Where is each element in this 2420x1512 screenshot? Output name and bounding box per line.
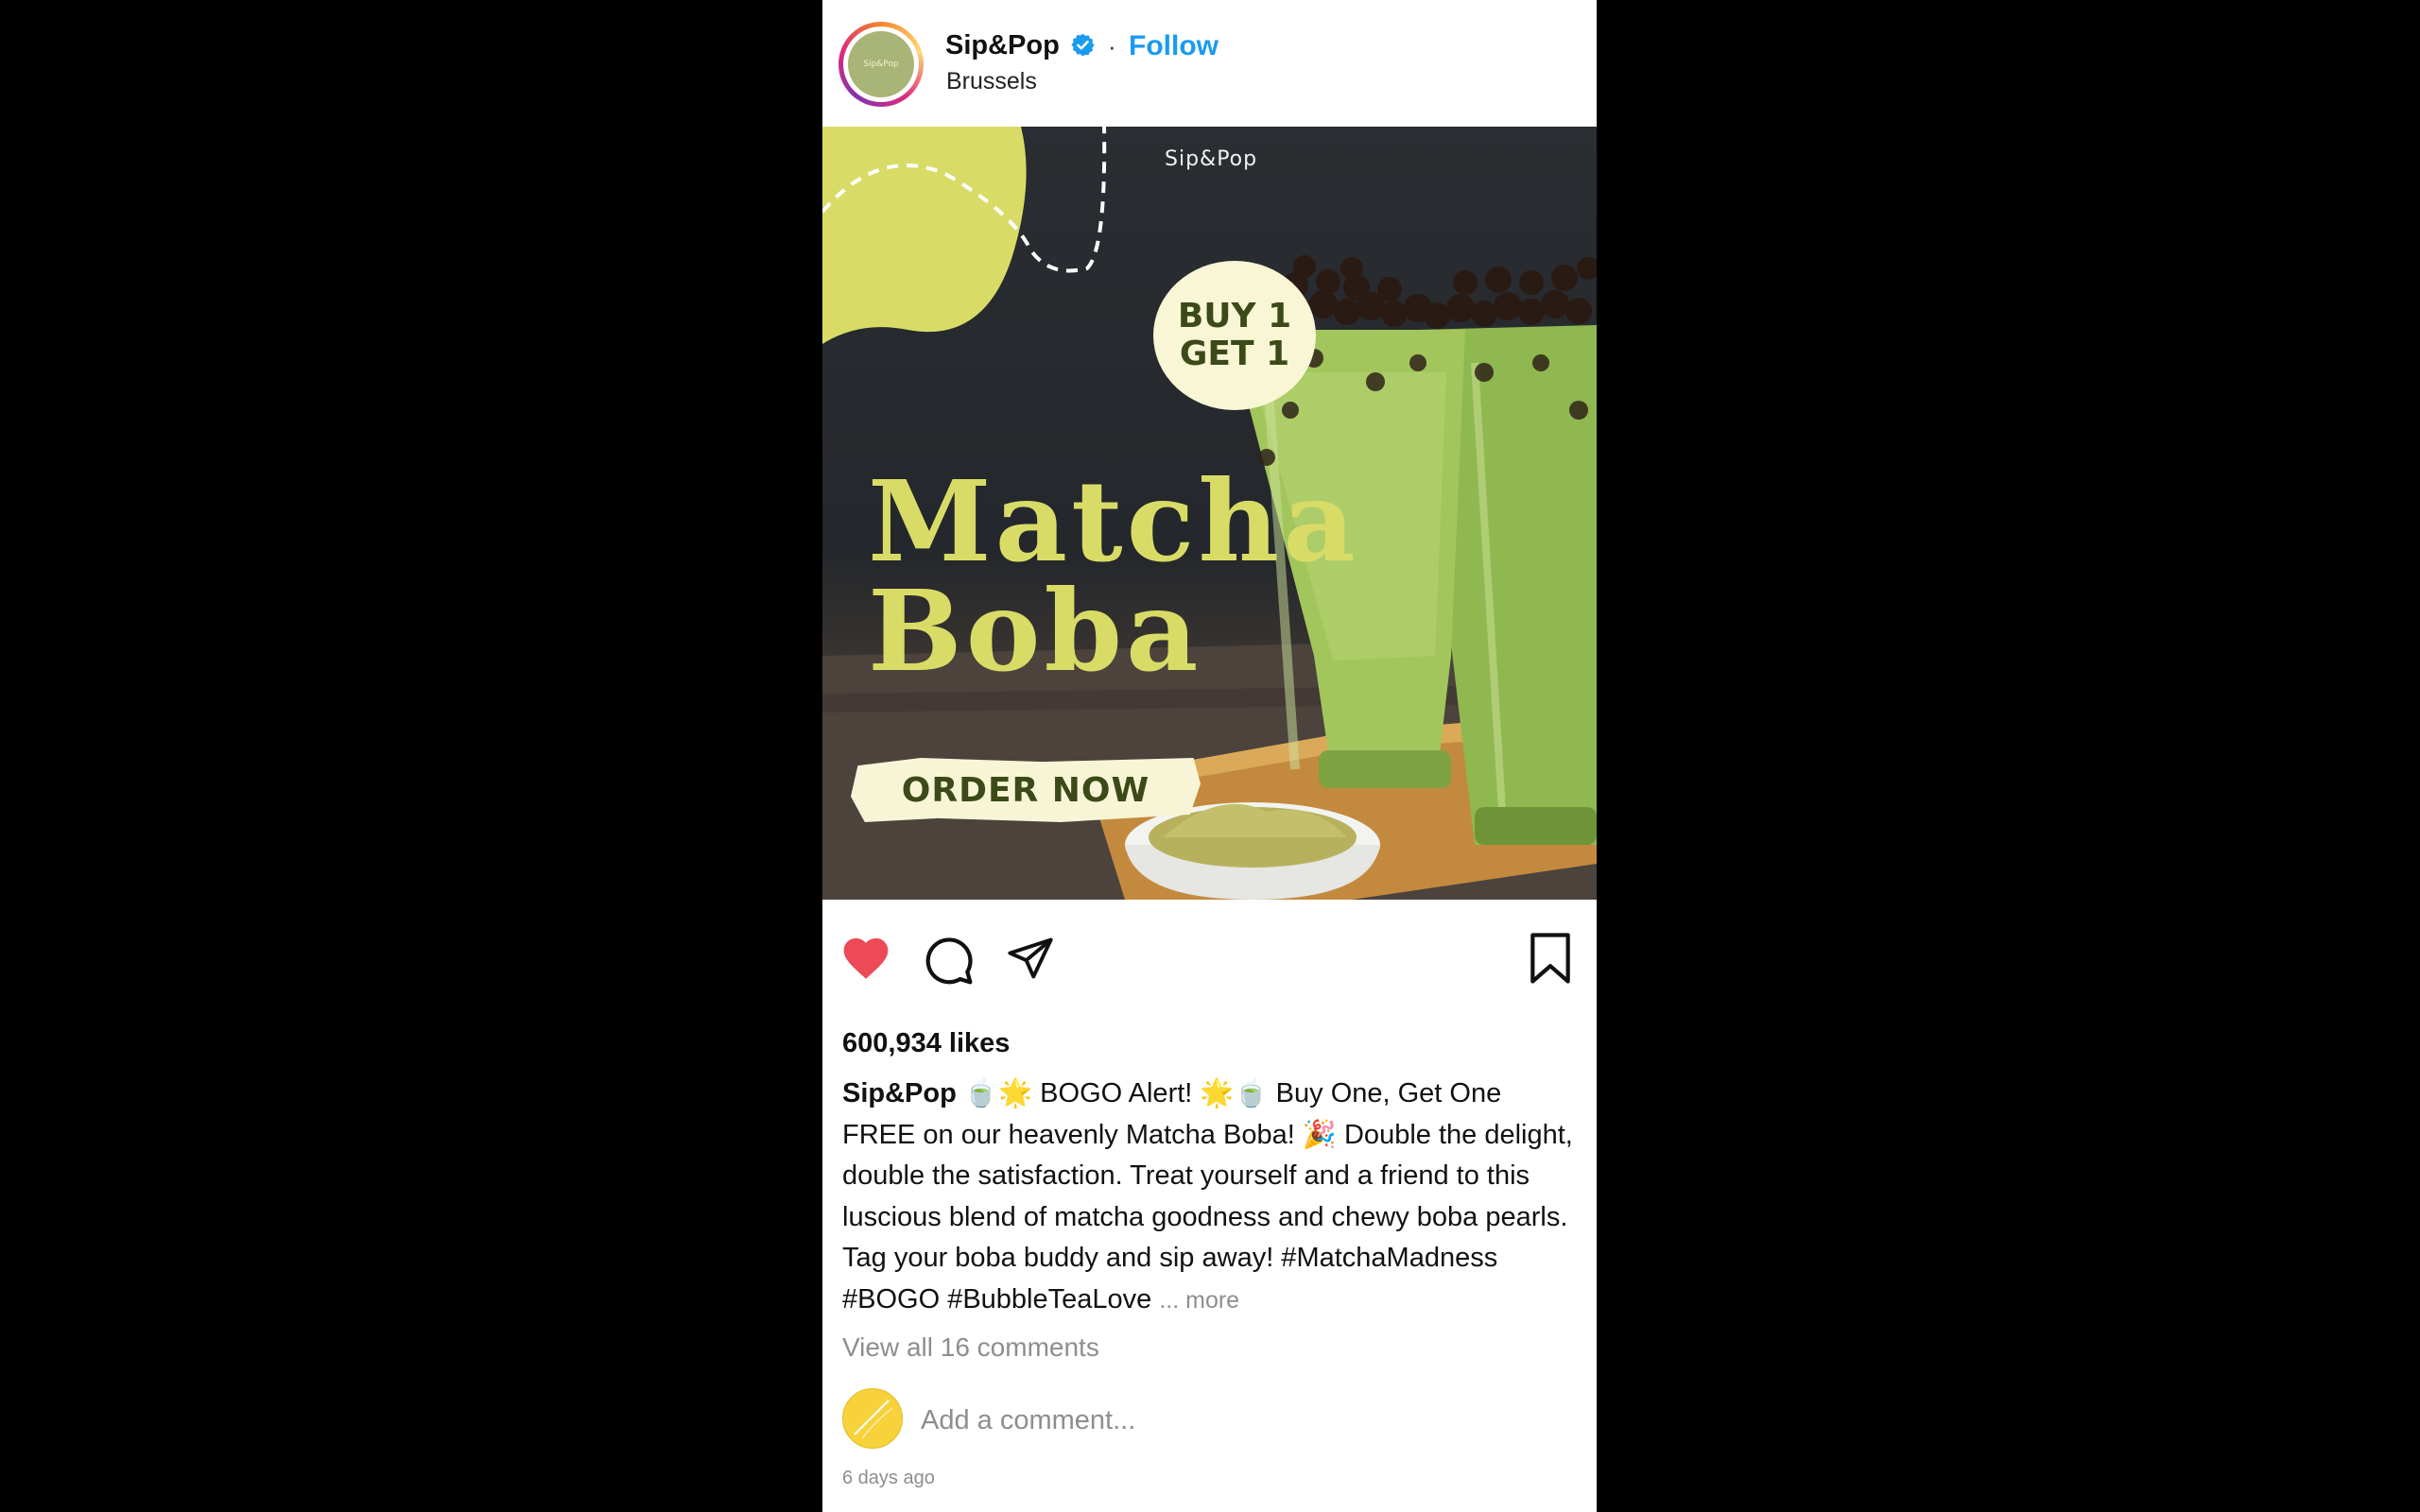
profile-avatar[interactable]: Sip&Pop	[838, 22, 924, 107]
post-actions	[822, 900, 1597, 1013]
post-timestamp: 6 days ago	[842, 1468, 935, 1488]
caption-text: 🍵🌟 BOGO Alert! 🌟🍵 Buy One, Get One FREE …	[842, 1078, 1573, 1314]
post-image[interactable]: Sip&Pop BUY 1 GET 1 Matcha Boba ORDER NO…	[822, 127, 1597, 900]
bogo-line-2: GET 1	[1179, 335, 1290, 373]
avatar-logo: Sip&Pop	[848, 31, 914, 97]
bookmark-icon[interactable]	[1527, 932, 1574, 985]
likes-count[interactable]: 600,934 likes	[842, 1028, 1010, 1059]
verified-badge-icon	[1071, 33, 1095, 57]
follow-button[interactable]: Follow	[1129, 30, 1219, 62]
bogo-badge: BUY 1 GET 1	[1153, 261, 1316, 410]
bogo-line-1: BUY 1	[1177, 297, 1292, 335]
comment-icon[interactable]	[922, 934, 975, 987]
tennis-ball-icon	[854, 1400, 893, 1439]
post-caption: Sip&Pop 🍵🌟 BOGO Alert! 🌟🍵 Buy One, Get O…	[842, 1074, 1580, 1321]
add-comment-input[interactable]	[921, 1401, 1488, 1439]
caption-more-link[interactable]: ... more	[1159, 1287, 1239, 1314]
post-header: Sip&Pop Sip&Pop · Follow Brussels	[822, 0, 1597, 127]
post-location[interactable]: Brussels	[946, 68, 1037, 95]
username[interactable]: Sip&Pop	[945, 30, 1060, 61]
photo-brand-mark: Sip&Pop	[1165, 147, 1258, 171]
instagram-post: Sip&Pop Sip&Pop · Follow Brussels Sip&Po…	[822, 0, 1597, 1512]
headline-line-1: Matcha	[868, 455, 1359, 587]
current-user-avatar	[842, 1388, 903, 1449]
order-now-banner: ORDER NOW	[851, 758, 1201, 822]
heart-icon[interactable]	[839, 932, 892, 981]
view-all-comments-link[interactable]: View all 16 comments	[842, 1332, 1099, 1363]
caption-username[interactable]: Sip&Pop	[842, 1078, 957, 1108]
headline-line-2: Boba	[868, 565, 1202, 696]
share-icon[interactable]	[1004, 934, 1057, 983]
photo-headline: Matcha Boba	[868, 455, 1359, 696]
separator-dot: ·	[1108, 32, 1116, 60]
